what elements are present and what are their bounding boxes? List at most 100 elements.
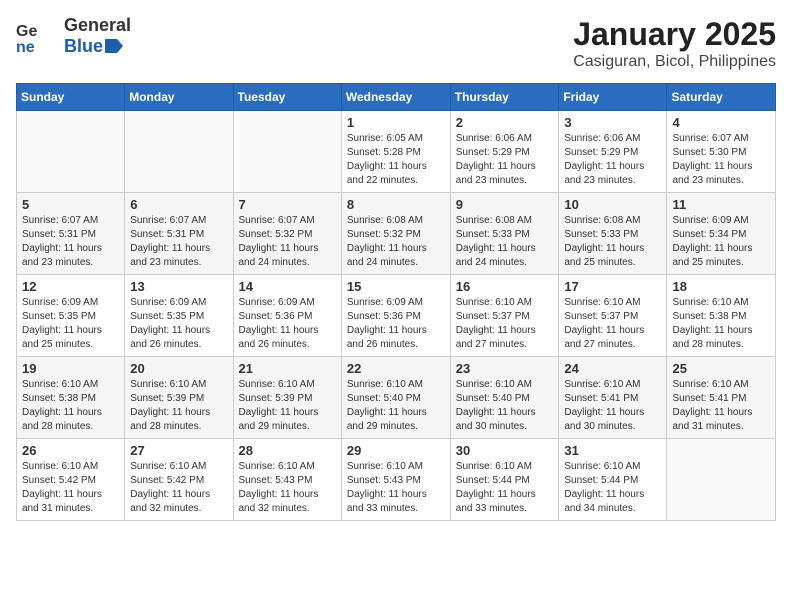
calendar-cell: 9 Sunrise: 6:08 AM Sunset: 5:33 PM Daylig… (450, 193, 559, 275)
cell-info: Sunrise: 6:06 AM Sunset: 5:29 PM Dayligh… (564, 132, 661, 188)
cell-info: Sunrise: 6:07 AM Sunset: 5:31 PM Dayligh… (22, 214, 119, 270)
day-number: 1 (347, 115, 445, 130)
day-number: 9 (456, 197, 554, 212)
cell-info: Sunrise: 6:10 AM Sunset: 5:38 PM Dayligh… (22, 378, 119, 434)
calendar-cell: 4Sunrise: 6:07 AM Sunset: 5:30 PM Daylig… (667, 111, 776, 193)
day-number: 22 (347, 361, 445, 376)
cell-info: Sunrise: 6:07 AM Sunset: 5:30 PM Dayligh… (672, 132, 770, 188)
calendar-cell: 26 Sunrise: 6:10 AM Sunset: 5:42 PM Dayli… (17, 439, 125, 521)
calendar-cell: 14 Sunrise: 6:09 AM Sunset: 5:36 PM Dayli… (233, 275, 341, 357)
calendar-cell: 11Sunrise: 6:09 AM Sunset: 5:34 PM Dayli… (667, 193, 776, 275)
calendar-week-row: 26 Sunrise: 6:10 AM Sunset: 5:42 PM Dayli… (17, 439, 776, 521)
cell-info: Sunrise: 6:08 AM Sunset: 5:32 PM Dayligh… (347, 214, 445, 270)
cell-info: Sunrise: 6:07 AM Sunset: 5:32 PM Dayligh… (239, 214, 336, 270)
cell-info: Sunrise: 6:10 AM Sunset: 5:37 PM Dayligh… (456, 296, 554, 352)
day-number: 30 (456, 443, 554, 458)
calendar-week-row: 12 Sunrise: 6:09 AM Sunset: 5:35 PM Dayli… (17, 275, 776, 357)
calendar-cell: 8 Sunrise: 6:08 AM Sunset: 5:32 PM Daylig… (341, 193, 450, 275)
calendar-cell (17, 111, 125, 193)
calendar-cell: 22 Sunrise: 6:10 AM Sunset: 5:40 PM Dayli… (341, 357, 450, 439)
calendar-cell: 16Sunrise: 6:10 AM Sunset: 5:37 PM Dayli… (450, 275, 559, 357)
calendar-cell (667, 439, 776, 521)
month-title: January 2025 (573, 16, 776, 53)
cell-info: Sunrise: 6:08 AM Sunset: 5:33 PM Dayligh… (564, 214, 661, 270)
calendar-cell: 10Sunrise: 6:08 AM Sunset: 5:33 PM Dayli… (559, 193, 667, 275)
calendar-cell: 24 Sunrise: 6:10 AM Sunset: 5:41 PM Dayli… (559, 357, 667, 439)
calendar-cell: 7Sunrise: 6:07 AM Sunset: 5:32 PM Daylig… (233, 193, 341, 275)
day-number: 31 (564, 443, 661, 458)
logo-icon: Ge ne (16, 16, 60, 56)
cell-info: Sunrise: 6:10 AM Sunset: 5:38 PM Dayligh… (672, 296, 770, 352)
cell-info: Sunrise: 6:10 AM Sunset: 5:41 PM Dayligh… (564, 378, 661, 434)
calendar-cell: 25 Sunrise: 6:10 AM Sunset: 5:41 PM Dayli… (667, 357, 776, 439)
logo-blue: Blue (64, 36, 103, 57)
cell-info: Sunrise: 6:10 AM Sunset: 5:42 PM Dayligh… (22, 460, 119, 516)
cell-info: Sunrise: 6:07 AM Sunset: 5:31 PM Dayligh… (130, 214, 227, 270)
calendar-cell: 31Sunrise: 6:10 AM Sunset: 5:44 PM Dayli… (559, 439, 667, 521)
calendar-week-row: 1 Sunrise: 6:05 AM Sunset: 5:28 PM Daylig… (17, 111, 776, 193)
cell-info: Sunrise: 6:10 AM Sunset: 5:41 PM Dayligh… (672, 378, 770, 434)
cell-info: Sunrise: 6:10 AM Sunset: 5:37 PM Dayligh… (564, 296, 661, 352)
calendar-cell: 2 Sunrise: 6:06 AM Sunset: 5:29 PM Daylig… (450, 111, 559, 193)
weekday-header-tuesday: Tuesday (233, 84, 341, 111)
weekday-header-friday: Friday (559, 84, 667, 111)
cell-info: Sunrise: 6:09 AM Sunset: 5:35 PM Dayligh… (22, 296, 119, 352)
calendar-cell: 21 Sunrise: 6:10 AM Sunset: 5:39 PM Dayli… (233, 357, 341, 439)
day-number: 24 (564, 361, 661, 376)
calendar-cell: 6 Sunrise: 6:07 AM Sunset: 5:31 PM Daylig… (125, 193, 233, 275)
cell-info: Sunrise: 6:09 AM Sunset: 5:36 PM Dayligh… (239, 296, 336, 352)
day-number: 12 (22, 279, 119, 294)
cell-info: Sunrise: 6:10 AM Sunset: 5:40 PM Dayligh… (347, 378, 445, 434)
calendar-cell: 5 Sunrise: 6:07 AM Sunset: 5:31 PM Daylig… (17, 193, 125, 275)
cell-info: Sunrise: 6:10 AM Sunset: 5:39 PM Dayligh… (130, 378, 227, 434)
day-number: 25 (672, 361, 770, 376)
calendar-cell: 17Sunrise: 6:10 AM Sunset: 5:37 PM Dayli… (559, 275, 667, 357)
calendar-cell: 20Sunrise: 6:10 AM Sunset: 5:39 PM Dayli… (125, 357, 233, 439)
logo-arrow-icon (105, 39, 123, 53)
calendar-table: SundayMondayTuesdayWednesdayThursdayFrid… (16, 83, 776, 521)
page-header: Ge ne General Blue January 2025 Casigura… (16, 16, 776, 71)
day-number: 19 (22, 361, 119, 376)
day-number: 18 (672, 279, 770, 294)
day-number: 26 (22, 443, 119, 458)
calendar-cell: 13Sunrise: 6:09 AM Sunset: 5:35 PM Dayli… (125, 275, 233, 357)
cell-info: Sunrise: 6:10 AM Sunset: 5:39 PM Dayligh… (239, 378, 336, 434)
weekday-header-row: SundayMondayTuesdayWednesdayThursdayFrid… (17, 84, 776, 111)
cell-info: Sunrise: 6:06 AM Sunset: 5:29 PM Dayligh… (456, 132, 554, 188)
day-number: 6 (130, 197, 227, 212)
cell-info: Sunrise: 6:10 AM Sunset: 5:43 PM Dayligh… (239, 460, 336, 516)
day-number: 15 (347, 279, 445, 294)
calendar-cell: 12 Sunrise: 6:09 AM Sunset: 5:35 PM Dayli… (17, 275, 125, 357)
day-number: 5 (22, 197, 119, 212)
calendar-cell: 23 Sunrise: 6:10 AM Sunset: 5:40 PM Dayli… (450, 357, 559, 439)
weekday-header-thursday: Thursday (450, 84, 559, 111)
day-number: 8 (347, 197, 445, 212)
cell-info: Sunrise: 6:08 AM Sunset: 5:33 PM Dayligh… (456, 214, 554, 270)
cell-info: Sunrise: 6:09 AM Sunset: 5:36 PM Dayligh… (347, 296, 445, 352)
calendar-cell: 29 Sunrise: 6:10 AM Sunset: 5:43 PM Dayli… (341, 439, 450, 521)
calendar-cell: 30 Sunrise: 6:10 AM Sunset: 5:44 PM Dayli… (450, 439, 559, 521)
calendar-week-row: 19 Sunrise: 6:10 AM Sunset: 5:38 PM Dayli… (17, 357, 776, 439)
day-number: 23 (456, 361, 554, 376)
day-number: 11 (672, 197, 770, 212)
calendar-cell: 18 Sunrise: 6:10 AM Sunset: 5:38 PM Dayli… (667, 275, 776, 357)
cell-info: Sunrise: 6:10 AM Sunset: 5:44 PM Dayligh… (456, 460, 554, 516)
day-number: 14 (239, 279, 336, 294)
cell-info: Sunrise: 6:10 AM Sunset: 5:42 PM Dayligh… (130, 460, 227, 516)
logo-general: General (64, 15, 131, 35)
calendar-week-row: 5 Sunrise: 6:07 AM Sunset: 5:31 PM Daylig… (17, 193, 776, 275)
cell-info: Sunrise: 6:05 AM Sunset: 5:28 PM Dayligh… (347, 132, 445, 188)
calendar-cell: 1 Sunrise: 6:05 AM Sunset: 5:28 PM Daylig… (341, 111, 450, 193)
day-number: 13 (130, 279, 227, 294)
day-number: 28 (239, 443, 336, 458)
calendar-cell: 19 Sunrise: 6:10 AM Sunset: 5:38 PM Dayli… (17, 357, 125, 439)
calendar-cell: 28 Sunrise: 6:10 AM Sunset: 5:43 PM Dayli… (233, 439, 341, 521)
svg-text:ne: ne (16, 39, 35, 56)
cell-info: Sunrise: 6:10 AM Sunset: 5:43 PM Dayligh… (347, 460, 445, 516)
logo: Ge ne General Blue (16, 16, 131, 57)
cell-info: Sunrise: 6:10 AM Sunset: 5:40 PM Dayligh… (456, 378, 554, 434)
day-number: 2 (456, 115, 554, 130)
calendar-cell (125, 111, 233, 193)
day-number: 29 (347, 443, 445, 458)
day-number: 21 (239, 361, 336, 376)
